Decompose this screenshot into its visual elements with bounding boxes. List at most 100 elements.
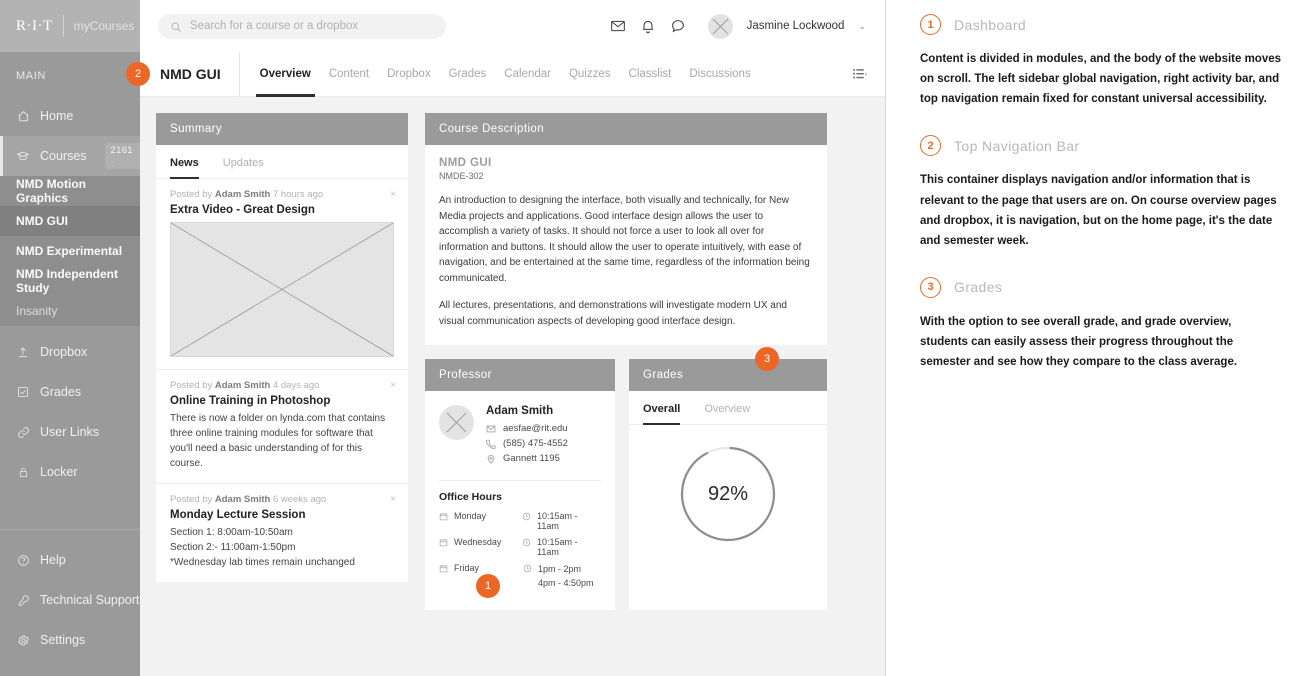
course-navigation-bar: NMD GUI Overview Content Dropbox Grades … — [140, 51, 885, 97]
office-hours-time: 10:15am - 11am — [537, 537, 578, 557]
close-icon[interactable]: × — [390, 189, 396, 200]
course-tabs: Overview Content Dropbox Grades Calendar… — [238, 51, 751, 97]
tab-news[interactable]: News — [170, 145, 199, 179]
mail-icon[interactable] — [610, 18, 626, 34]
tab-classlist[interactable]: Classlist — [629, 52, 672, 97]
professor-location: Gannett 1195 — [503, 453, 560, 464]
post-title[interactable]: Extra Video - Great Design — [170, 204, 394, 216]
avatar[interactable] — [707, 13, 733, 39]
bell-icon[interactable] — [640, 18, 656, 34]
tab-label: Content — [328, 68, 370, 80]
content-area: Summary News Updates × Posted by Adam Sm… — [140, 97, 885, 676]
meta-time: 4 days ago — [270, 380, 320, 391]
office-hours-time: 1pm - 2pm 4pm - 4:50pm — [538, 564, 594, 588]
professor-email-row[interactable]: aesfae@rit.edu — [486, 423, 568, 434]
sidebar-item-locker[interactable]: Locker — [0, 452, 140, 492]
annotation-panel: 1 Dashboard Content is divided in module… — [920, 0, 1297, 676]
question-icon — [16, 553, 30, 567]
annotation-title: Grades — [954, 279, 1003, 296]
sidebar-lower-nav: Dropbox Grades User Links Locker — [0, 326, 140, 492]
close-icon[interactable]: × — [390, 494, 396, 505]
course-label: NMD Motion Graphics — [16, 177, 86, 205]
office-hours-day: Wednesday — [454, 537, 502, 547]
grade-donut-wrapper: 92% — [629, 425, 827, 545]
sidebar-course-nmd-gui[interactable]: NMD GUI — [0, 206, 140, 236]
sidebar-item-dropbox[interactable]: Dropbox — [0, 332, 140, 372]
description-paragraph: An introduction to designing the interfa… — [439, 195, 810, 284]
tab-overview[interactable]: Overview — [255, 52, 315, 97]
meta-prefix: Posted by — [170, 494, 215, 505]
tab-grade-overview[interactable]: Overview — [704, 391, 750, 424]
close-icon[interactable]: × — [390, 380, 396, 391]
sidebar-item-courses[interactable]: Courses 2161 · — [0, 136, 140, 176]
details-column: Course Description NMD GUI NMDE-302 An i… — [425, 113, 827, 610]
clock-icon — [522, 538, 531, 547]
user-name[interactable]: Jasmine Lockwood — [747, 20, 845, 32]
sidebar-item-home[interactable]: Home — [0, 96, 140, 136]
sidebar-bottom-nav: Help Technical Support Settings — [0, 521, 140, 676]
sidebar-item-label: Dropbox — [40, 345, 88, 359]
location-pin-icon — [486, 454, 496, 464]
sidebar-divider — [0, 529, 140, 530]
marker-2: 2 — [126, 62, 150, 86]
sidebar-item-label: Home — [40, 109, 74, 123]
office-hours-row: Monday 10:15am - 11am — [439, 511, 601, 531]
search-input[interactable]: Search for a course or a dropbox — [158, 13, 446, 39]
top-bar-actions: Jasmine Lockwood ⌄ — [610, 13, 885, 39]
office-hours-time-cell: 10:15am - 11am — [522, 537, 601, 557]
lock-icon — [16, 465, 30, 479]
top-bar: Search for a course or a dropbox Jasmine… — [140, 0, 885, 52]
course-description-card: Course Description NMD GUI NMDE-302 An i… — [425, 113, 827, 345]
post-title[interactable]: Monday Lecture Session — [170, 509, 394, 521]
sidebar-course-insanity[interactable]: Insanity — [0, 296, 140, 326]
annotation-top-navigation-bar: 2 Top Navigation Bar This container disp… — [920, 135, 1297, 251]
brand-header[interactable]: R·I·T myCourses — [0, 0, 140, 52]
chat-icon[interactable] — [670, 18, 686, 34]
news-post: × Posted by Adam Smith 7 hours ago Extra… — [156, 179, 408, 370]
tab-label: News — [170, 157, 199, 169]
annotation-header: 2 Top Navigation Bar — [920, 135, 1297, 157]
tab-content[interactable]: Content — [329, 52, 369, 97]
meta-prefix: Posted by — [170, 380, 215, 391]
summary-card: Summary News Updates × Posted by Adam Sm… — [156, 113, 408, 582]
sidebar-item-user-links[interactable]: User Links — [0, 412, 140, 452]
annotation-number: 1 — [920, 14, 941, 35]
annotation-body: With the option to see overall grade, an… — [920, 315, 1238, 369]
office-hours-day-cell: Monday — [439, 511, 522, 521]
video-placeholder[interactable] — [170, 222, 394, 357]
annotation-header: 1 Dashboard — [920, 14, 1297, 35]
page-title: NMD GUI — [160, 66, 221, 82]
sidebar-item-label: User Links — [40, 425, 100, 439]
tab-label: Dropbox — [387, 68, 431, 80]
product-name: myCourses — [73, 19, 135, 33]
app-mockup: R·I·T myCourses MAIN Home Courses 2161 · — [0, 0, 886, 676]
sidebar-item-help[interactable]: Help — [0, 540, 140, 580]
post-title[interactable]: Online Training in Photoshop — [170, 395, 394, 407]
tab-updates[interactable]: Updates — [223, 145, 264, 178]
tab-grades[interactable]: Grades — [449, 52, 487, 97]
professor-identity: Adam Smith aesfae@rit.edu (585) 475-4552 — [439, 405, 601, 468]
grade-donut-chart: 92% — [677, 443, 779, 545]
tab-dropbox[interactable]: Dropbox — [387, 52, 430, 97]
post-meta: Posted by Adam Smith 4 days ago — [170, 380, 394, 391]
office-hours-time-cell: 1pm - 2pm 4pm - 4:50pm — [523, 563, 594, 590]
tab-calendar[interactable]: Calendar — [504, 52, 551, 97]
sidebar-course-independent-study[interactable]: NMD Independent Study — [0, 266, 140, 296]
term-badge[interactable]: 2161 · — [104, 143, 140, 169]
tab-quizzes[interactable]: Quizzes — [569, 52, 611, 97]
grade-value: 92% — [707, 482, 749, 505]
activity-list-icon[interactable] — [853, 68, 868, 80]
office-hours-day: Friday — [454, 563, 480, 573]
tab-overall[interactable]: Overall — [643, 391, 681, 425]
sidebar-item-settings[interactable]: Settings — [0, 620, 140, 660]
sidebar-course-experimental[interactable]: NMD Experimental — [0, 236, 140, 266]
chevron-down-icon[interactable]: ⌄ — [858, 21, 866, 32]
post-meta: Posted by Adam Smith 6 weeks ago — [170, 494, 394, 505]
sidebar-item-label: Locker — [40, 465, 78, 479]
grades-body: 92% — [629, 425, 827, 565]
sidebar-item-grades[interactable]: Grades — [0, 372, 140, 412]
tab-discussions[interactable]: Discussions — [689, 52, 750, 97]
sidebar-item-technical-support[interactable]: Technical Support — [0, 580, 140, 620]
calendar-icon — [439, 564, 448, 573]
sidebar-course-motion-graphics[interactable]: NMD Motion Graphics — [0, 176, 140, 206]
